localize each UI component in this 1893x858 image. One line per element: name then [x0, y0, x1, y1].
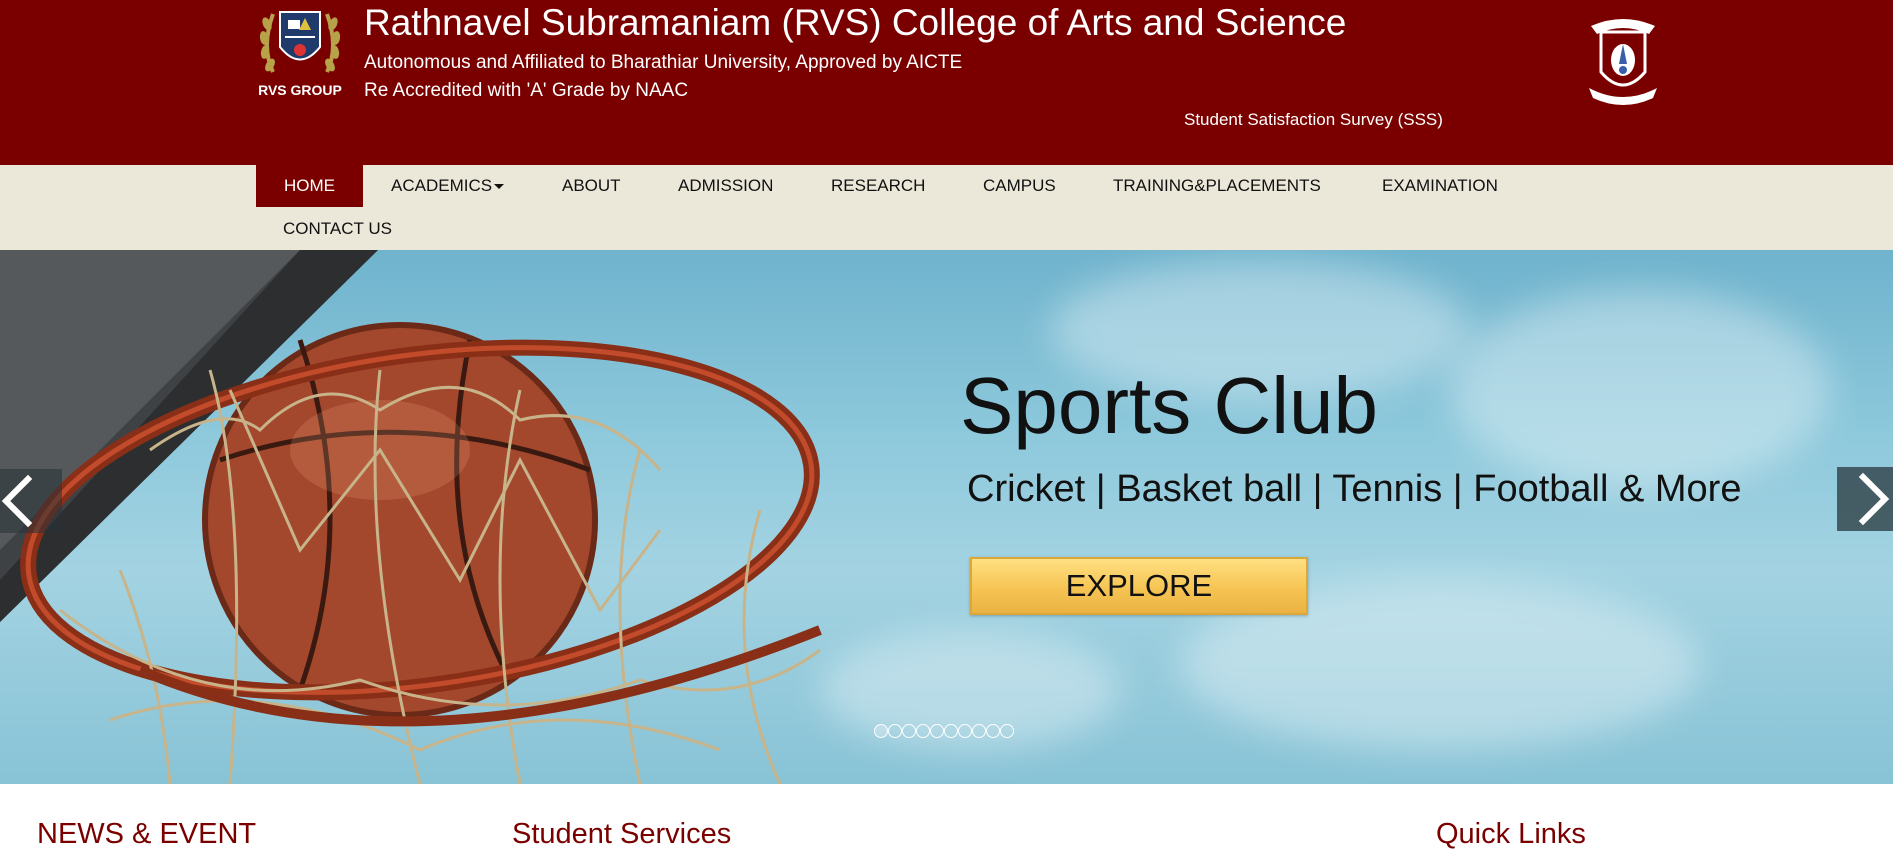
chevron-left-icon [1, 474, 33, 528]
carousel-indicator[interactable] [902, 724, 916, 738]
nav-academics[interactable]: ACADEMICS [363, 165, 532, 207]
nav-admission[interactable]: ADMISSION [650, 165, 801, 207]
dropdown-caret-icon [494, 184, 505, 190]
carousel-indicator[interactable] [972, 724, 986, 738]
nav-academics-label: ACADEMICS [391, 176, 493, 195]
hero-carousel: Sports Club Cricket | Basket ball | Tenn… [0, 250, 1893, 784]
carousel-indicators [874, 724, 1014, 740]
affiliation-text: Autonomous and Affiliated to Bharathiar … [364, 52, 963, 73]
carousel-indicator[interactable] [930, 724, 944, 738]
news-events-heading: NEWS & EVENT [37, 818, 257, 850]
nav-training-placements[interactable]: TRAINING&PLACEMENTS [1085, 165, 1349, 207]
student-services-heading: Student Services [512, 818, 732, 850]
carousel-indicator[interactable] [944, 724, 958, 738]
carousel-indicator[interactable] [1000, 724, 1014, 738]
nav-examination[interactable]: EXAMINATION [1354, 165, 1526, 207]
nav-campus[interactable]: CAMPUS [955, 165, 1084, 207]
carousel-indicator[interactable] [888, 724, 902, 738]
chevron-right-icon [1858, 472, 1890, 526]
carousel-indicator[interactable] [986, 724, 1000, 738]
carousel-next-button[interactable] [1837, 467, 1893, 531]
accreditation-text: Re Accredited with 'A' Grade by NAAC [364, 80, 689, 101]
nav-research[interactable]: RESEARCH [803, 165, 953, 207]
nav-contact-us[interactable]: CONTACT US [255, 208, 420, 250]
college-title: Rathnavel Subramaniam (RVS) College of A… [364, 2, 1347, 43]
crest-emblem-icon [1589, 19, 1657, 105]
carousel-indicator[interactable] [874, 724, 888, 738]
rvs-group-label: RVS GROUP [258, 82, 342, 98]
student-satisfaction-survey-link[interactable]: Student Satisfaction Survey (SSS) [1184, 110, 1443, 130]
slide-title: Sports Club [960, 361, 1378, 450]
rvs-group-logo[interactable]: RVS GROUP [255, 2, 345, 102]
nav-home[interactable]: HOME [256, 165, 363, 207]
carousel-prev-button[interactable] [0, 469, 62, 533]
carousel-indicator[interactable] [916, 724, 930, 738]
slide-subtitle: Cricket | Basket ball | Tennis | Footbal… [967, 468, 1742, 510]
basketball-hoop-image [0, 250, 822, 784]
quick-links-heading: Quick Links [1436, 818, 1586, 850]
main-navigation: HOME ACADEMICS ABOUT ADMISSION RESEARCH … [0, 165, 1893, 250]
explore-button[interactable]: EXPLORE [970, 557, 1308, 615]
carousel-indicator[interactable] [958, 724, 972, 738]
nav-about[interactable]: ABOUT [534, 165, 649, 207]
college-crest-logo[interactable] [1583, 14, 1663, 106]
site-header: RVS GROUP Rathnavel Subramaniam (RVS) Co… [0, 0, 1893, 165]
